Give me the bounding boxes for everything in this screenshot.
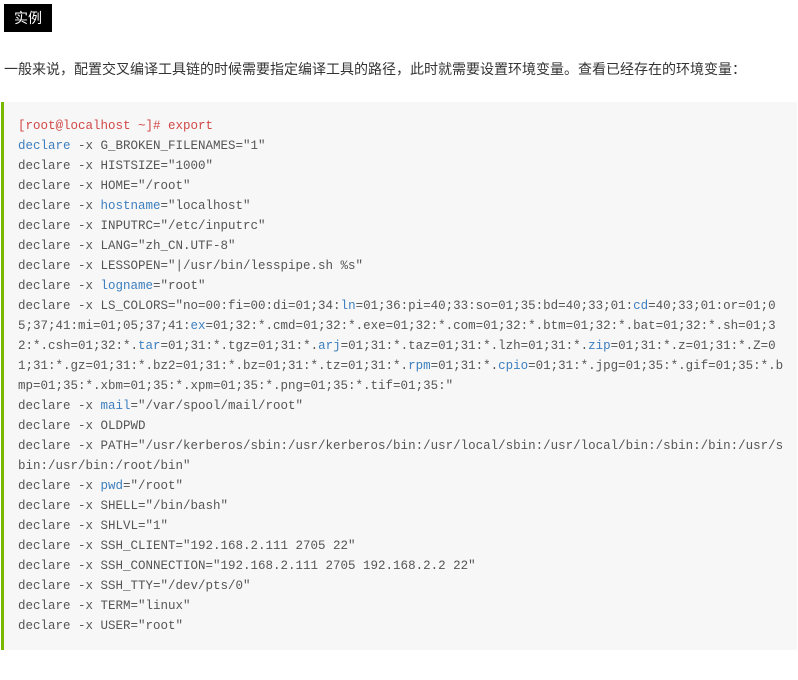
prompt-text: [root@localhost ~]# export <box>18 119 213 133</box>
keyword-text: ln <box>341 299 356 313</box>
keyword-text: tar <box>138 339 161 353</box>
keyword-text: zip <box>588 339 611 353</box>
keyword-text: hostname <box>101 199 161 213</box>
keyword-text: logname <box>101 279 154 293</box>
keyword-text: arj <box>318 339 341 353</box>
code-block: [root@localhost ~]# export declare -x G_… <box>1 102 797 650</box>
keyword-text: mail <box>101 399 131 413</box>
keyword-text: declare <box>18 139 71 153</box>
example-badge: 实例 <box>4 4 52 32</box>
keyword-text: pwd <box>101 479 124 493</box>
keyword-text: cd <box>633 299 648 313</box>
keyword-text: cpio <box>498 359 528 373</box>
intro-paragraph: 一般来说，配置交叉编译工具链的时候需要指定编译工具的路径，此时就需要设置环境变量… <box>0 32 798 102</box>
keyword-text: rpm <box>408 359 431 373</box>
keyword-text: ex <box>191 319 206 333</box>
